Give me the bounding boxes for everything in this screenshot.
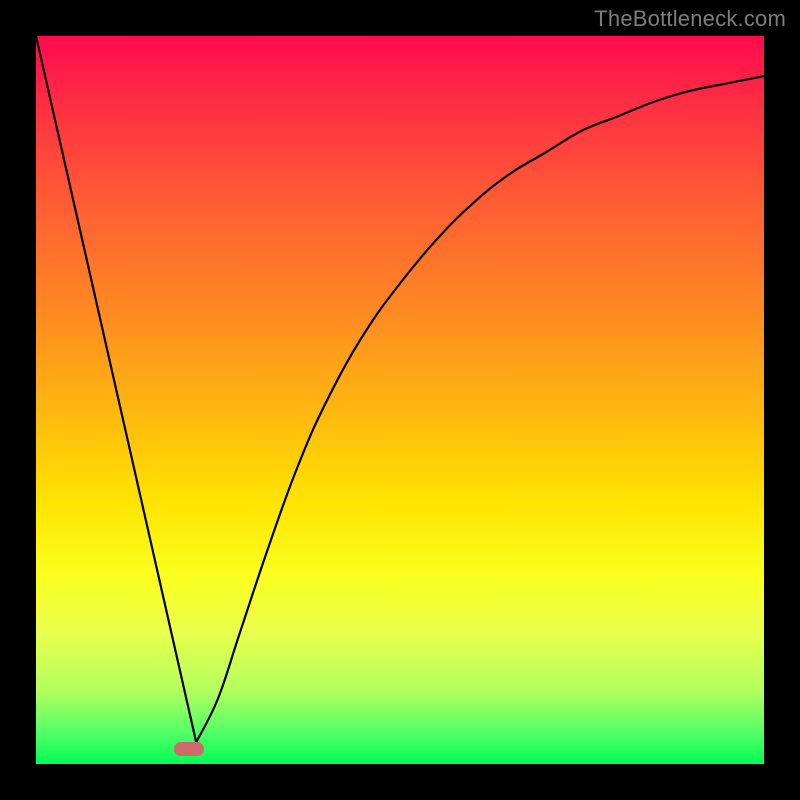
chart-frame: TheBottleneck.com xyxy=(0,0,800,800)
optimal-point-marker xyxy=(174,742,204,756)
plot-area xyxy=(36,36,764,764)
bottleneck-curve xyxy=(36,36,764,764)
watermark-text: TheBottleneck.com xyxy=(594,6,786,32)
